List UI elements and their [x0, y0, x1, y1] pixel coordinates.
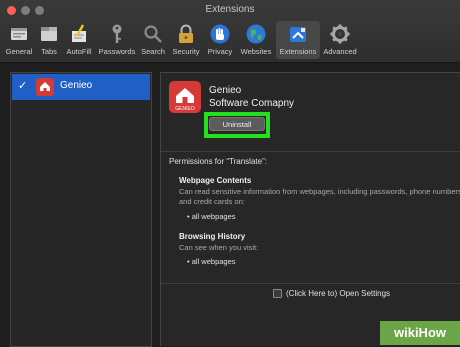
scope-text: all webpages	[191, 212, 236, 221]
tab-label: Passwords	[98, 47, 136, 56]
tab-label: General	[5, 47, 33, 56]
tab-label: Tabs	[41, 47, 57, 56]
hand-icon	[210, 24, 230, 44]
logo-text: GENIEO	[175, 106, 195, 112]
tab-label: Advanced	[323, 47, 357, 56]
tab-tabs[interactable]: Tabs	[36, 21, 62, 59]
tabs-icon	[41, 27, 57, 41]
extension-company: Software Comapny	[209, 98, 295, 109]
window-title: Extensions	[205, 4, 255, 15]
wikihow-watermark: wikiHow	[380, 321, 460, 345]
tab-label: Search	[141, 47, 165, 56]
divider	[161, 151, 460, 152]
open-settings-option[interactable]: (Click Here to) Open Settings	[273, 289, 391, 299]
tab-extensions[interactable]: Extensions	[276, 21, 320, 59]
tab-label: AutoFill	[66, 47, 92, 56]
extension-title: Genieo	[209, 85, 242, 96]
tab-label: Security	[172, 47, 200, 56]
permissions-heading: Permissions for “Translate”:	[169, 157, 267, 166]
tab-general[interactable]: General	[2, 21, 36, 59]
open-settings-label: (Click Here to) Open Settings	[286, 289, 391, 298]
extension-list-item[interactable]: ✓ Genieo	[12, 74, 150, 100]
section-description: Can read sensitive information from webp…	[179, 187, 460, 206]
tab-autofill[interactable]: AutoFill	[62, 21, 96, 59]
extension-list: ✓ Genieo	[10, 72, 152, 347]
puzzle-icon	[290, 27, 306, 42]
section-description: Can see when you visit:	[179, 243, 259, 252]
enable-checkbox[interactable]: ✓	[18, 79, 27, 92]
tab-search[interactable]: Search	[139, 21, 167, 59]
general-icon	[11, 28, 27, 40]
divider	[161, 283, 460, 284]
extension-detail: GENIEO Genieo Software Comapny Uninstall…	[160, 72, 460, 346]
open-settings-checkbox[interactable]	[273, 289, 282, 299]
tab-advanced[interactable]: Advanced	[320, 21, 360, 59]
globe-icon	[246, 24, 266, 44]
genieo-logo-icon	[36, 78, 54, 96]
extension-name: Genieo	[60, 80, 93, 91]
autofill-icon	[72, 24, 86, 42]
lock-icon	[179, 24, 193, 43]
tab-passwords[interactable]: Passwords	[96, 21, 138, 59]
tab-privacy[interactable]: Privacy	[204, 21, 236, 59]
magnifier-icon	[144, 25, 162, 43]
scope-list-item: • all webpages	[187, 212, 236, 221]
tab-label: Privacy	[207, 47, 233, 56]
tab-label: Extensions	[279, 47, 317, 56]
key-icon	[112, 24, 122, 43]
tab-security[interactable]: Security	[169, 21, 203, 59]
gear-icon	[330, 24, 350, 44]
tab-websites[interactable]: Websites	[237, 21, 275, 59]
window-titlebar: Extensions General Tabs AutoFill Passwor…	[0, 0, 460, 63]
genieo-logo: GENIEO	[169, 81, 201, 113]
tab-label: Websites	[240, 47, 272, 56]
section-title: Webpage Contents	[179, 176, 252, 185]
scope-list-item: • all webpages	[187, 257, 236, 266]
preferences-toolbar: General Tabs AutoFill Passwords Search S…	[0, 19, 460, 61]
uninstall-button[interactable]: Uninstall	[209, 117, 265, 131]
section-title: Browsing History	[179, 232, 246, 241]
scope-text: all webpages	[191, 257, 236, 266]
